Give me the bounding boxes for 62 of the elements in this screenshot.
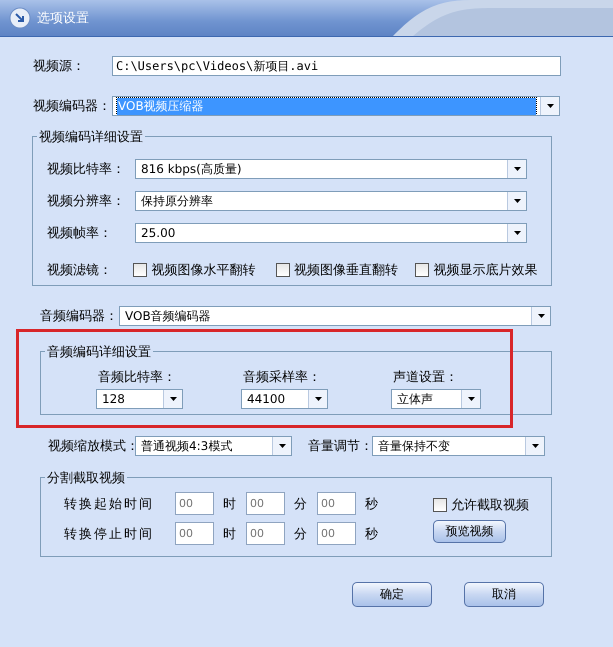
- input-field[interactable]: 00: [246, 492, 285, 515]
- unit-label: 时: [222, 496, 237, 512]
- dropdown-arrow-icon[interactable]: [278, 444, 286, 448]
- dropdown[interactable]: 816 kbps(高质量): [135, 159, 527, 179]
- field-label: 声道设置：: [392, 369, 459, 386]
- unit-label: 分: [293, 496, 308, 512]
- cancel-button[interactable]: 取消: [464, 582, 544, 607]
- dropdown-arrow-icon[interactable]: [514, 231, 520, 235]
- unit-label: 秒: [364, 496, 379, 512]
- unit-label: 秒: [364, 526, 379, 542]
- field-label: 视频帧率：: [47, 225, 113, 242]
- field-label: 音频采样率：: [242, 369, 322, 386]
- checkbox[interactable]: [276, 263, 290, 277]
- dropdown[interactable]: 128: [96, 389, 183, 409]
- dropdown[interactable]: 音量保持不变: [372, 436, 545, 456]
- field-label: 音频编码器：: [40, 308, 119, 325]
- dropdown-arrow-icon[interactable]: [170, 397, 176, 401]
- dropdown[interactable]: 25.00: [135, 223, 527, 243]
- dropdown-arrow-icon[interactable]: [314, 397, 322, 401]
- dropdown[interactable]: VOB音频编码器: [119, 306, 551, 326]
- dropdown-arrow-icon[interactable]: [546, 104, 554, 108]
- group-title: 视频编码详细设置: [37, 128, 145, 146]
- dropdown[interactable]: 立体声: [391, 389, 481, 409]
- window-title: 选项设置: [37, 10, 89, 27]
- field-label: 转换起始时间: [64, 496, 155, 512]
- field-label: 视频分辨率：: [47, 193, 126, 210]
- checkbox-label: 视频显示底片效果: [433, 262, 538, 279]
- field-label: 视频比特率：: [47, 161, 126, 178]
- input-field[interactable]: 00: [175, 492, 214, 515]
- dropdown-arrow-icon[interactable]: [514, 199, 520, 203]
- preview-button[interactable]: 预览视频: [433, 520, 506, 543]
- group-title: 音频编码详细设置: [45, 343, 153, 361]
- field-label: 音量调节：: [308, 438, 372, 455]
- dropdown[interactable]: 普通视频4:3模式: [135, 436, 292, 456]
- dropdown-arrow-icon[interactable]: [532, 444, 538, 448]
- field-label: 视频滤镜：: [47, 262, 113, 279]
- dropdown-arrow-icon[interactable]: [514, 167, 520, 171]
- ok-button[interactable]: 确定: [352, 582, 432, 607]
- checkbox-label: 视频图像垂直翻转: [294, 262, 398, 279]
- dropdown[interactable]: 44100: [241, 389, 328, 409]
- dropdown-arrow-icon[interactable]: [538, 314, 544, 318]
- checkbox-label: 允许截取视频: [451, 497, 529, 514]
- field-label: 转换停止时间: [64, 526, 155, 542]
- field-label: 视频编码器：: [33, 98, 112, 115]
- dropdown[interactable]: 保持原分辨率: [135, 191, 527, 211]
- checkbox[interactable]: [415, 263, 430, 277]
- input-field[interactable]: 00: [175, 522, 214, 545]
- input-field[interactable]: C:\Users\pc\Videos\新项目.avi: [112, 56, 561, 76]
- unit-label: 分: [293, 526, 308, 542]
- field-label: 音频比特率：: [97, 369, 177, 386]
- checkbox[interactable]: [433, 498, 447, 512]
- field-label: 视频源：: [33, 58, 86, 75]
- input-field[interactable]: 00: [246, 522, 285, 545]
- checkbox[interactable]: [133, 263, 148, 277]
- group-title: 分割截取视频: [45, 469, 127, 487]
- input-field[interactable]: 00: [317, 522, 356, 545]
- unit-label: 时: [222, 526, 237, 542]
- app-icon: [9, 7, 31, 29]
- checkbox-label: 视频图像水平翻转: [151, 262, 256, 279]
- dropdown-arrow-icon[interactable]: [468, 397, 474, 401]
- field-label: 视频缩放模式：: [48, 438, 135, 455]
- input-field[interactable]: 00: [317, 492, 356, 515]
